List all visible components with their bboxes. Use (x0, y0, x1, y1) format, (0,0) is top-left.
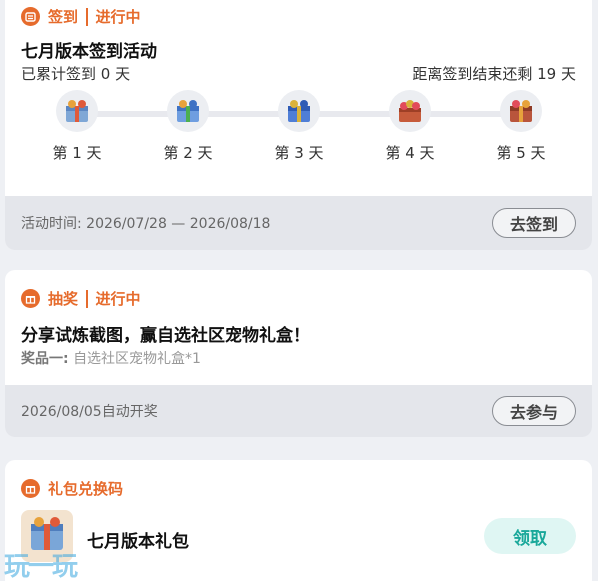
giftcode-tag-label: 礼包兑换码 (48, 480, 124, 498)
signin-remaining: 距离签到结束还剩 19 天 (412, 65, 576, 83)
signin-status: 进行中 (95, 8, 141, 26)
giftcode-card: 礼包兑换码 七月版本礼包 领取 (5, 460, 592, 581)
day-label: 第 1 天 (52, 144, 102, 162)
prize-value: 自选社区宠物礼盒*1 (73, 351, 201, 367)
signin-tag-row: 签到 进行中 (21, 6, 141, 27)
gift-box-icon (389, 90, 431, 132)
lottery-prize: 奖品一: 自选社区宠物礼盒*1 (21, 348, 201, 368)
gift-icon (21, 289, 40, 308)
lottery-tag-label: 抽奖 (48, 290, 79, 308)
day-item-3[interactable]: 第 3 天 (259, 90, 339, 163)
gift-box-icon (500, 90, 542, 132)
gift-icon (21, 479, 40, 498)
signin-period: 活动时间: 2026/07/28 — 2026/08/18 (21, 216, 271, 232)
signin-card: 签到 进行中 七月版本签到活动 已累计签到 0 天 距离签到结束还剩 19 天 … (5, 0, 592, 250)
day-label: 第 5 天 (496, 144, 546, 162)
lottery-status: 进行中 (95, 290, 141, 308)
claim-button[interactable]: 领取 (484, 518, 576, 554)
lottery-footer: 2026/08/05自动开奖 去参与 (5, 385, 592, 437)
signin-footer: 活动时间: 2026/07/28 — 2026/08/18 去签到 (5, 196, 592, 250)
gift-pack-name: 七月版本礼包 (87, 532, 189, 552)
prize-label: 奖品一: (21, 351, 69, 367)
day-label: 第 3 天 (274, 144, 324, 162)
gift-box-icon (167, 90, 209, 132)
signin-button[interactable]: 去签到 (492, 208, 576, 238)
day-label: 第 4 天 (385, 144, 435, 162)
day-item-2[interactable]: 第 2 天 (148, 90, 228, 163)
day-item-1[interactable]: 第 1 天 (37, 90, 117, 163)
day-item-5[interactable]: 第 5 天 (481, 90, 561, 163)
gift-box-icon (56, 90, 98, 132)
participate-button[interactable]: 去参与 (492, 396, 576, 426)
signin-title: 七月版本签到活动 (21, 42, 157, 62)
signin-tag-label: 签到 (48, 8, 79, 26)
day-label: 第 2 天 (163, 144, 213, 162)
day-item-4[interactable]: 第 4 天 (370, 90, 450, 163)
tag-divider (86, 289, 88, 308)
tag-divider (86, 7, 88, 26)
lottery-tag-row: 抽奖 进行中 (21, 288, 141, 309)
lottery-draw-time: 2026/08/05自动开奖 (21, 404, 158, 420)
signin-accumulated: 已累计签到 0 天 (21, 65, 131, 83)
lottery-title[interactable]: 分享试炼截图，赢自选社区宠物礼盒！ (21, 321, 310, 346)
giftcode-tag-row: 礼包兑换码 (21, 478, 123, 499)
calendar-icon (21, 7, 40, 26)
lottery-card: 抽奖 进行中 分享试炼截图，赢自选社区宠物礼盒！ 奖品一: 自选社区宠物礼盒*1… (5, 270, 592, 437)
gift-box-icon (278, 90, 320, 132)
watermark-logo: 玩一玩 (4, 552, 78, 581)
